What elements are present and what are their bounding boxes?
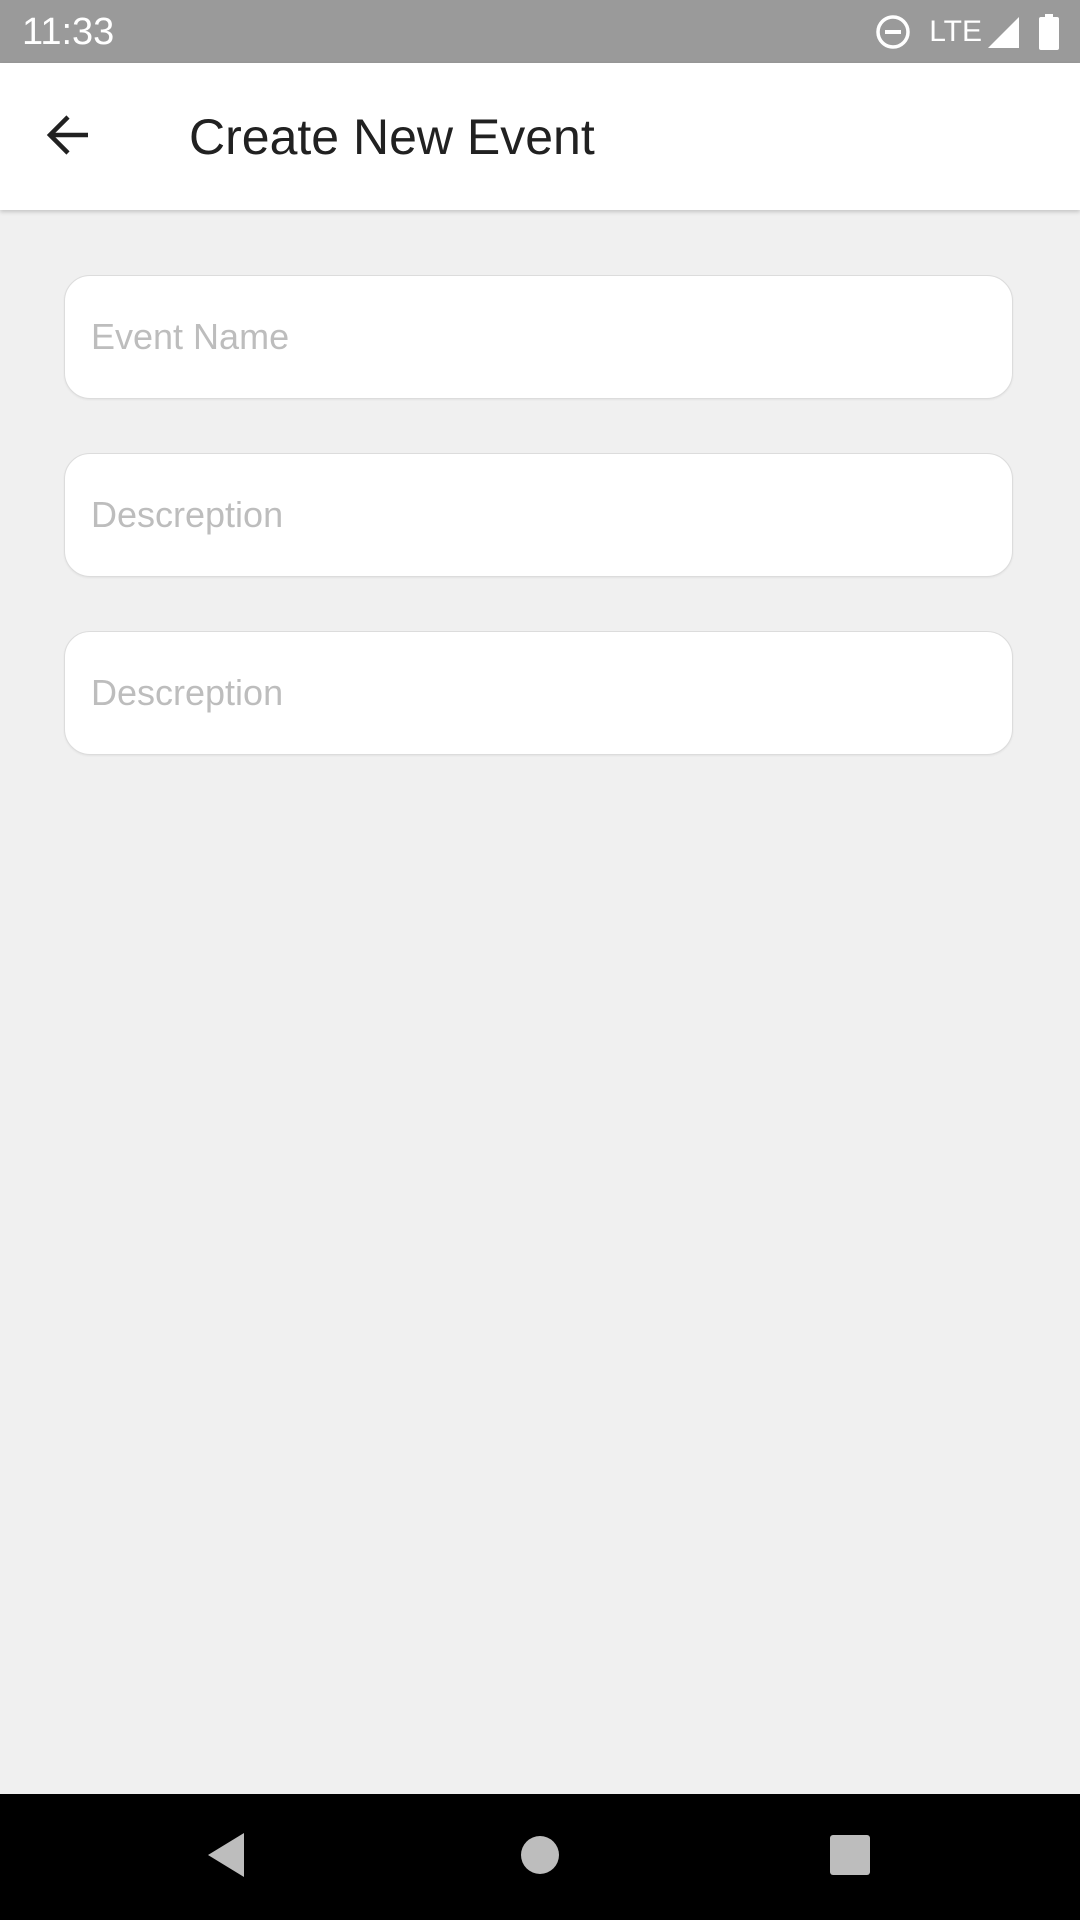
signal-icon bbox=[986, 15, 1020, 49]
nav-home-icon bbox=[519, 1834, 561, 1881]
app-bar: Create New Event bbox=[0, 63, 1080, 210]
do-not-disturb-icon bbox=[875, 14, 911, 50]
description-field bbox=[64, 453, 1013, 577]
nav-recents-icon bbox=[829, 1834, 871, 1881]
nav-back-icon bbox=[204, 1831, 248, 1884]
status-time: 11:33 bbox=[22, 11, 115, 53]
network-type-label: LTE bbox=[929, 15, 982, 48]
arrow-back-icon bbox=[44, 111, 92, 164]
battery-icon bbox=[1038, 14, 1060, 50]
event-name-field bbox=[64, 275, 1013, 399]
nav-home-button[interactable] bbox=[510, 1827, 570, 1887]
event-name-input[interactable] bbox=[91, 276, 981, 398]
nav-back-button[interactable] bbox=[196, 1827, 256, 1887]
description-field-2 bbox=[64, 631, 1013, 755]
nav-recents-button[interactable] bbox=[820, 1827, 880, 1887]
screen: 11:33 LTE Create New Event Event Name De… bbox=[0, 0, 1080, 1920]
page-title: Create New Event bbox=[189, 109, 595, 165]
navigation-bar bbox=[0, 1794, 1080, 1920]
description-input[interactable] bbox=[91, 454, 981, 576]
status-bar: 11:33 LTE bbox=[0, 0, 1080, 63]
back-button[interactable] bbox=[24, 97, 112, 177]
status-icons: LTE bbox=[875, 12, 1060, 52]
description-input-2[interactable] bbox=[91, 632, 981, 754]
